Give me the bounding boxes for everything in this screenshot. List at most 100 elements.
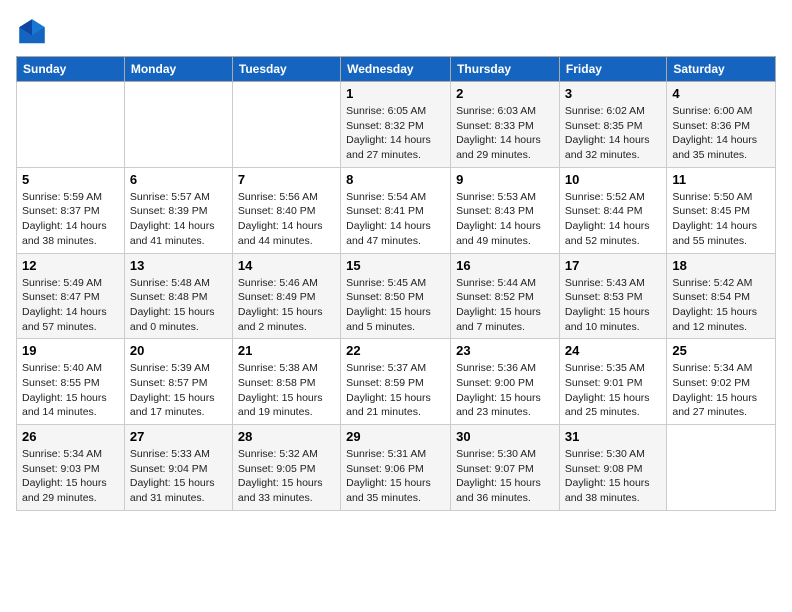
day-number: 31 <box>565 429 661 444</box>
calendar-table: SundayMondayTuesdayWednesdayThursdayFrid… <box>16 56 776 511</box>
day-info: Sunrise: 6:02 AM Sunset: 8:35 PM Dayligh… <box>565 104 661 163</box>
day-info: Sunrise: 5:49 AM Sunset: 8:47 PM Dayligh… <box>22 276 119 335</box>
week-row-5: 26 Sunrise: 5:34 AM Sunset: 9:03 PM Dayli… <box>17 425 776 511</box>
day-cell: 30 Sunrise: 5:30 AM Sunset: 9:07 PM Dayli… <box>451 425 560 511</box>
col-header-wednesday: Wednesday <box>341 57 451 82</box>
day-info: Sunrise: 5:36 AM Sunset: 9:00 PM Dayligh… <box>456 361 554 420</box>
day-number: 21 <box>238 343 335 358</box>
day-info: Sunrise: 5:32 AM Sunset: 9:05 PM Dayligh… <box>238 447 335 506</box>
day-cell: 7Sunrise: 5:56 AM Sunset: 8:40 PM Daylig… <box>232 167 340 253</box>
col-header-saturday: Saturday <box>667 57 776 82</box>
day-info: Sunrise: 5:34 AM Sunset: 9:02 PM Dayligh… <box>672 361 770 420</box>
day-info: Sunrise: 5:34 AM Sunset: 9:03 PM Dayligh… <box>22 447 119 506</box>
day-info: Sunrise: 5:42 AM Sunset: 8:54 PM Dayligh… <box>672 276 770 335</box>
day-number: 4 <box>672 86 770 101</box>
day-info: Sunrise: 5:53 AM Sunset: 8:43 PM Dayligh… <box>456 190 554 249</box>
day-cell <box>124 82 232 168</box>
day-cell: 24 Sunrise: 5:35 AM Sunset: 9:01 PM Dayli… <box>559 339 666 425</box>
day-info: Sunrise: 5:30 AM Sunset: 9:08 PM Dayligh… <box>565 447 661 506</box>
day-cell: 13Sunrise: 5:48 AM Sunset: 8:48 PM Dayli… <box>124 253 232 339</box>
day-number: 24 <box>565 343 661 358</box>
day-number: 26 <box>22 429 119 444</box>
week-row-4: 19Sunrise: 5:40 AM Sunset: 8:55 PM Dayli… <box>17 339 776 425</box>
day-number: 19 <box>22 343 119 358</box>
day-info: Sunrise: 5:45 AM Sunset: 8:50 PM Dayligh… <box>346 276 445 335</box>
day-number: 23 <box>456 343 554 358</box>
day-number: 5 <box>22 172 119 187</box>
day-number: 12 <box>22 258 119 273</box>
day-cell: 2 Sunrise: 6:03 AM Sunset: 8:33 PM Daylig… <box>451 82 560 168</box>
logo-icon <box>16 16 48 48</box>
day-info: Sunrise: 6:03 AM Sunset: 8:33 PM Dayligh… <box>456 104 554 163</box>
day-info: Sunrise: 5:56 AM Sunset: 8:40 PM Dayligh… <box>238 190 335 249</box>
week-row-1: 1 Sunrise: 6:05 AM Sunset: 8:32 PM Daylig… <box>17 82 776 168</box>
day-cell: 8Sunrise: 5:54 AM Sunset: 8:41 PM Daylig… <box>341 167 451 253</box>
day-cell: 23 Sunrise: 5:36 AM Sunset: 9:00 PM Dayli… <box>451 339 560 425</box>
day-number: 1 <box>346 86 445 101</box>
day-info: Sunrise: 5:35 AM Sunset: 9:01 PM Dayligh… <box>565 361 661 420</box>
day-number: 30 <box>456 429 554 444</box>
day-cell: 29Sunrise: 5:31 AM Sunset: 9:06 PM Dayli… <box>341 425 451 511</box>
day-cell: 1 Sunrise: 6:05 AM Sunset: 8:32 PM Daylig… <box>341 82 451 168</box>
col-header-monday: Monday <box>124 57 232 82</box>
day-number: 3 <box>565 86 661 101</box>
day-info: Sunrise: 5:38 AM Sunset: 8:58 PM Dayligh… <box>238 361 335 420</box>
day-number: 18 <box>672 258 770 273</box>
week-row-3: 12 Sunrise: 5:49 AM Sunset: 8:47 PM Dayli… <box>17 253 776 339</box>
day-number: 2 <box>456 86 554 101</box>
day-info: Sunrise: 6:00 AM Sunset: 8:36 PM Dayligh… <box>672 104 770 163</box>
col-header-friday: Friday <box>559 57 666 82</box>
day-cell: 14 Sunrise: 5:46 AM Sunset: 8:49 PM Dayli… <box>232 253 340 339</box>
day-cell: 15 Sunrise: 5:45 AM Sunset: 8:50 PM Dayli… <box>341 253 451 339</box>
day-info: Sunrise: 5:50 AM Sunset: 8:45 PM Dayligh… <box>672 190 770 249</box>
day-info: Sunrise: 5:30 AM Sunset: 9:07 PM Dayligh… <box>456 447 554 506</box>
day-number: 20 <box>130 343 227 358</box>
day-number: 22 <box>346 343 445 358</box>
logo <box>16 16 54 48</box>
col-header-tuesday: Tuesday <box>232 57 340 82</box>
day-cell: 11 Sunrise: 5:50 AM Sunset: 8:45 PM Dayli… <box>667 167 776 253</box>
day-number: 17 <box>565 258 661 273</box>
day-number: 10 <box>565 172 661 187</box>
day-cell: 31 Sunrise: 5:30 AM Sunset: 9:08 PM Dayli… <box>559 425 666 511</box>
day-cell: 17 Sunrise: 5:43 AM Sunset: 8:53 PM Dayli… <box>559 253 666 339</box>
day-cell: 12 Sunrise: 5:49 AM Sunset: 8:47 PM Dayli… <box>17 253 125 339</box>
day-info: Sunrise: 5:52 AM Sunset: 8:44 PM Dayligh… <box>565 190 661 249</box>
day-info: Sunrise: 5:33 AM Sunset: 9:04 PM Dayligh… <box>130 447 227 506</box>
day-number: 16 <box>456 258 554 273</box>
day-cell <box>667 425 776 511</box>
day-info: Sunrise: 5:54 AM Sunset: 8:41 PM Dayligh… <box>346 190 445 249</box>
week-row-2: 5 Sunrise: 5:59 AM Sunset: 8:37 PM Daylig… <box>17 167 776 253</box>
col-header-thursday: Thursday <box>451 57 560 82</box>
day-number: 9 <box>456 172 554 187</box>
day-cell: 3 Sunrise: 6:02 AM Sunset: 8:35 PM Daylig… <box>559 82 666 168</box>
day-info: Sunrise: 6:05 AM Sunset: 8:32 PM Dayligh… <box>346 104 445 163</box>
day-number: 14 <box>238 258 335 273</box>
day-cell <box>17 82 125 168</box>
day-cell: 25Sunrise: 5:34 AM Sunset: 9:02 PM Dayli… <box>667 339 776 425</box>
day-info: Sunrise: 5:59 AM Sunset: 8:37 PM Dayligh… <box>22 190 119 249</box>
day-cell: 19Sunrise: 5:40 AM Sunset: 8:55 PM Dayli… <box>17 339 125 425</box>
day-info: Sunrise: 5:57 AM Sunset: 8:39 PM Dayligh… <box>130 190 227 249</box>
day-info: Sunrise: 5:37 AM Sunset: 8:59 PM Dayligh… <box>346 361 445 420</box>
day-cell: 16 Sunrise: 5:44 AM Sunset: 8:52 PM Dayli… <box>451 253 560 339</box>
day-number: 28 <box>238 429 335 444</box>
day-cell: 4 Sunrise: 6:00 AM Sunset: 8:36 PM Daylig… <box>667 82 776 168</box>
day-number: 29 <box>346 429 445 444</box>
day-info: Sunrise: 5:48 AM Sunset: 8:48 PM Dayligh… <box>130 276 227 335</box>
page-header <box>16 16 776 48</box>
day-cell: 20 Sunrise: 5:39 AM Sunset: 8:57 PM Dayli… <box>124 339 232 425</box>
day-number: 6 <box>130 172 227 187</box>
day-number: 27 <box>130 429 227 444</box>
day-cell <box>232 82 340 168</box>
day-info: Sunrise: 5:39 AM Sunset: 8:57 PM Dayligh… <box>130 361 227 420</box>
day-number: 11 <box>672 172 770 187</box>
day-cell: 10 Sunrise: 5:52 AM Sunset: 8:44 PM Dayli… <box>559 167 666 253</box>
day-cell: 22 Sunrise: 5:37 AM Sunset: 8:59 PM Dayli… <box>341 339 451 425</box>
day-number: 15 <box>346 258 445 273</box>
day-info: Sunrise: 5:44 AM Sunset: 8:52 PM Dayligh… <box>456 276 554 335</box>
header-row: SundayMondayTuesdayWednesdayThursdayFrid… <box>17 57 776 82</box>
day-cell: 6 Sunrise: 5:57 AM Sunset: 8:39 PM Daylig… <box>124 167 232 253</box>
day-info: Sunrise: 5:46 AM Sunset: 8:49 PM Dayligh… <box>238 276 335 335</box>
day-info: Sunrise: 5:43 AM Sunset: 8:53 PM Dayligh… <box>565 276 661 335</box>
